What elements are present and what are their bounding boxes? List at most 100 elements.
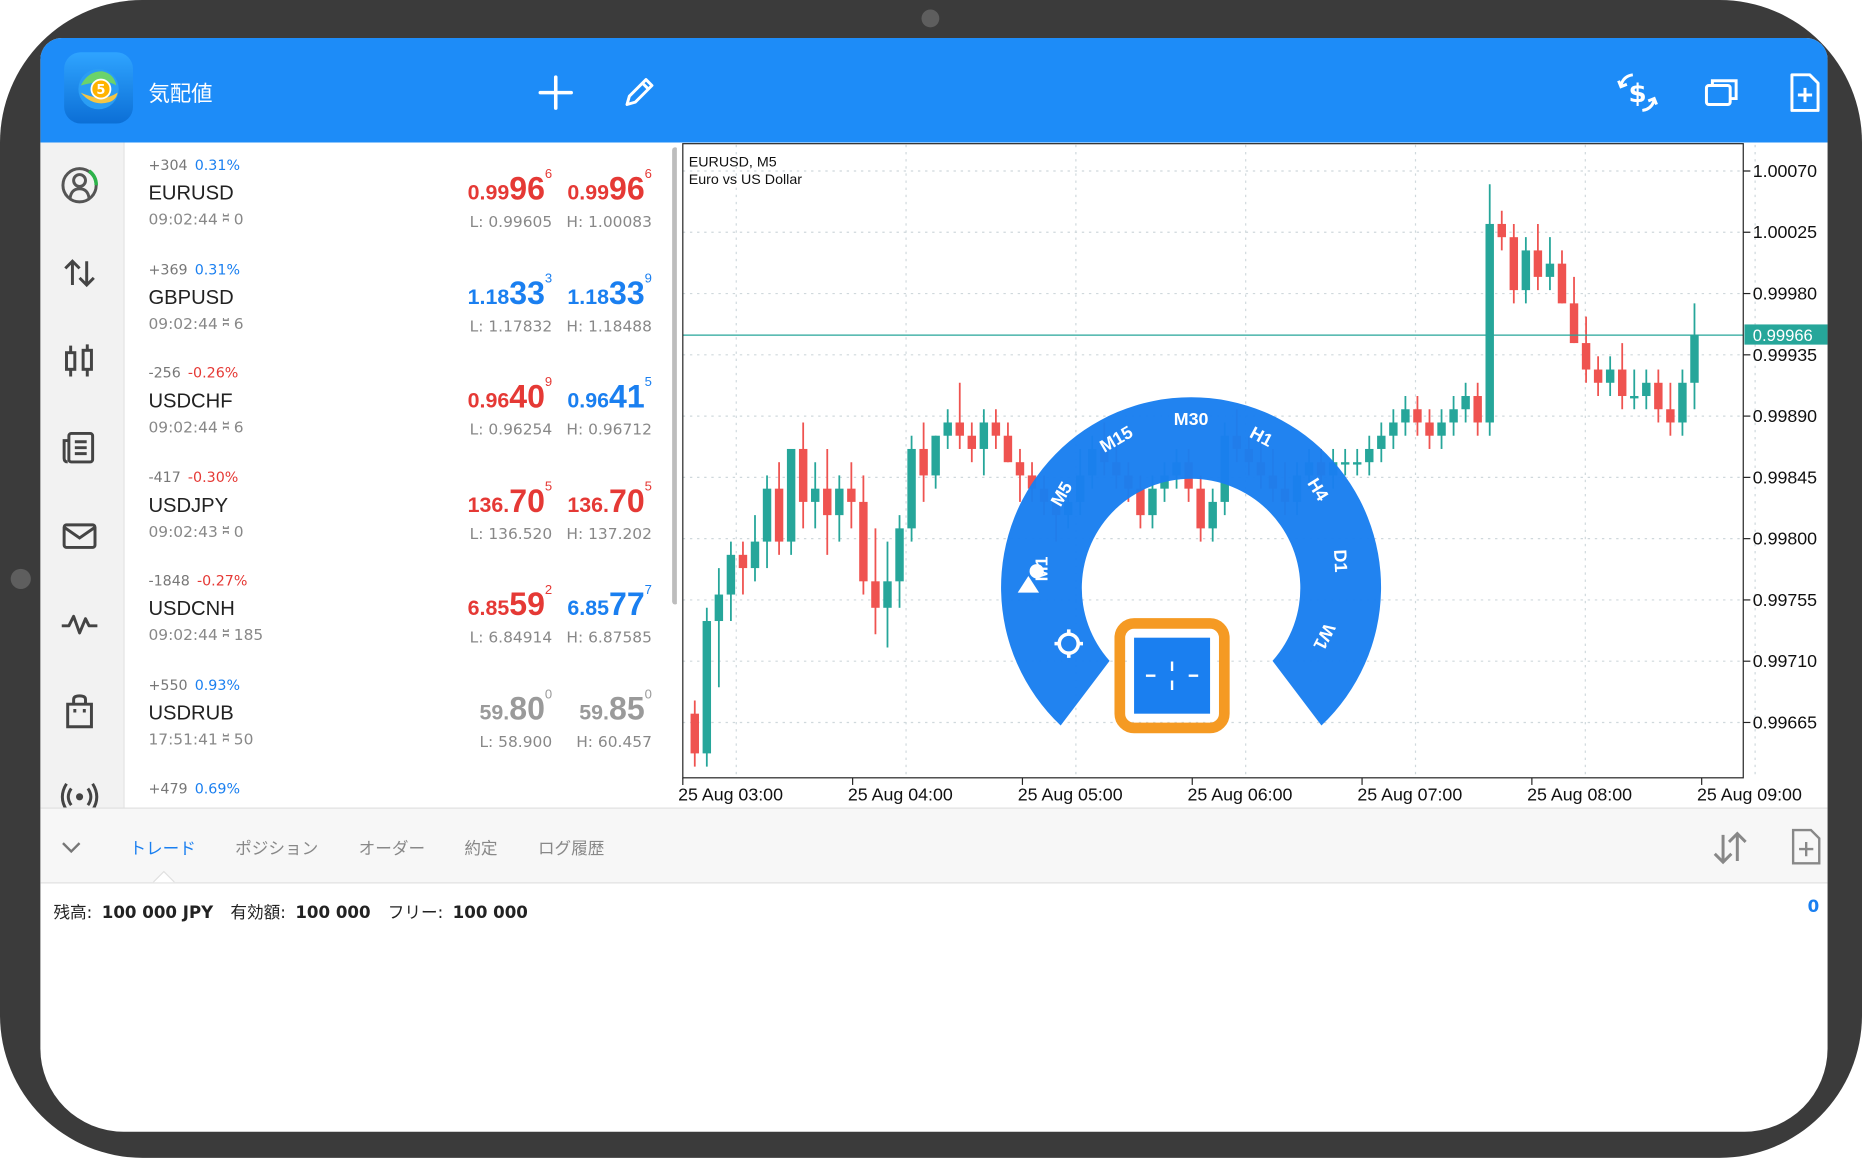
ask-price[interactable]: 0.99966: [567, 167, 652, 208]
candle: [1642, 369, 1651, 410]
quote-time: 09:02:44 ⎶ 6: [148, 315, 244, 334]
chart-description-label: Euro vs US Dollar: [689, 172, 802, 188]
candle: [1666, 382, 1675, 436]
candle: [1557, 250, 1567, 304]
left-nav: [40, 142, 125, 811]
candle: [895, 515, 904, 608]
quote-time: 09:02:44 ⎶ 0: [148, 211, 244, 230]
y-tick-label: 0.99665: [1753, 712, 1817, 732]
candle: [1413, 396, 1422, 436]
ask-price[interactable]: 1.18339: [567, 271, 652, 312]
y-tick-label: 0.99755: [1753, 590, 1817, 610]
currency-exchange-icon[interactable]: $: [1614, 69, 1662, 117]
timeframe-mn[interactable]: MN: [1256, 678, 1290, 710]
candlestick-chart[interactable]: EURUSD, M5 Euro vs US Dollar 1.00070 1.00…: [677, 143, 1828, 808]
quote-row[interactable]: -1848 -0.27% USDCNH 09:02:44 ⎶ 185 6.85592 6.…: [125, 558, 677, 663]
journal-wave-icon[interactable]: [58, 602, 101, 645]
candle: [919, 422, 928, 502]
sort-arrows-icon[interactable]: [1710, 830, 1750, 866]
candle: [1617, 343, 1627, 410]
y-tick-label: 0.99800: [1753, 529, 1817, 549]
candle: [1449, 396, 1458, 436]
quotes-icon[interactable]: [58, 164, 101, 207]
tab-positions[interactable]: ポジション: [235, 836, 318, 860]
spread-value: 0: [233, 211, 244, 230]
tab-log-history[interactable]: ログ履歴: [538, 836, 605, 860]
market-bag-icon[interactable]: [58, 690, 101, 733]
quote-row[interactable]: +479 0.69%: [125, 766, 677, 808]
candle: [1003, 422, 1013, 463]
candle: [1678, 369, 1687, 436]
news-icon[interactable]: [58, 426, 101, 469]
candle: [1340, 448, 1350, 476]
change-percent: 0.31%: [194, 260, 240, 278]
high-price: H: 1.00083: [566, 213, 652, 232]
bid-price[interactable]: 59.800: [480, 687, 553, 728]
tab-trade[interactable]: トレード: [129, 836, 196, 860]
bid-price[interactable]: 136.705: [468, 479, 553, 520]
candle: [762, 475, 772, 569]
candle: [931, 435, 940, 489]
new-document-icon[interactable]: [1790, 828, 1823, 866]
tab-orders[interactable]: オーダー: [359, 836, 426, 860]
windows-icon[interactable]: [1697, 69, 1745, 117]
indicator-f-label[interactable]: f: [1233, 661, 1249, 691]
candle: [750, 515, 760, 582]
bid-price[interactable]: 1.18333: [468, 271, 553, 312]
free-margin-label: フリー:: [387, 903, 444, 923]
tab-deals[interactable]: 約定: [464, 836, 497, 860]
chevron-down-icon[interactable]: [59, 835, 83, 859]
crosshair-button[interactable]: [1129, 632, 1215, 719]
free-margin-value: 100 000: [452, 903, 528, 923]
quote-row[interactable]: -256 -0.26% USDCHF 09:02:44 ⎶ 6 0.96409 0.964…: [125, 350, 677, 455]
quote-row[interactable]: +304 0.31% EURUSD 09:02:44 ⎶ 0 0.99966 0.9996…: [125, 143, 677, 248]
candle: [1497, 210, 1506, 251]
candle: [991, 409, 1001, 449]
ask-price[interactable]: 59.850: [579, 687, 652, 728]
mail-icon[interactable]: [58, 514, 101, 557]
ask-price[interactable]: 0.96415: [567, 375, 652, 416]
candle: [1377, 422, 1386, 463]
low-price: L: 136.520: [469, 525, 553, 544]
timeframe-d1[interactable]: D1: [1330, 549, 1351, 573]
trade-arrows-icon[interactable]: [58, 252, 101, 295]
ask-price[interactable]: 6.85777: [567, 583, 652, 624]
candle: [1389, 409, 1398, 449]
y-tick-label: 0.99845: [1753, 467, 1817, 487]
bid-price[interactable]: 6.85592: [468, 583, 553, 624]
bid-price[interactable]: 0.96409: [468, 375, 553, 416]
ask-price[interactable]: 136.705: [567, 479, 652, 520]
low-price: L: 6.84914: [469, 629, 553, 648]
timeframe-radial-menu[interactable]: M30H1H4D1W1MNM1M5M15 f: [1001, 397, 1382, 734]
pencil-icon[interactable]: [615, 69, 663, 117]
quote-row[interactable]: -417 -0.30% USDJPY 09:02:43 ⎶ 0 136.705 136.7…: [125, 454, 677, 559]
change-points: -256 -0.26%: [148, 364, 239, 382]
change-points: -1848 -0.27%: [148, 572, 248, 589]
chart-icon[interactable]: [58, 340, 101, 383]
active-tab-notch: [153, 870, 175, 883]
chart-panel[interactable]: EURUSD, M5 Euro vs US Dollar 1.00070 1.00…: [676, 142, 1828, 808]
x-tick-label: 25 Aug 06:00: [1188, 784, 1293, 804]
candle: [823, 448, 832, 555]
symbol-name: EURUSD: [148, 181, 234, 205]
quote-row[interactable]: +369 0.31% GBPUSD 09:02:44 ⎶ 6 1.18333 1.1833…: [125, 246, 677, 351]
y-tick-label: 0.99710: [1753, 651, 1817, 671]
spread-icon: ⎶: [222, 211, 229, 230]
quote-time: 09:02:43 ⎶ 0: [148, 523, 244, 541]
change-points: +304 0.31%: [148, 156, 240, 174]
quote-row[interactable]: +550 0.93% USDRUB 17:51:41 ⎶ 50 59.800 59.850…: [125, 662, 677, 767]
timeframe-m30[interactable]: M30: [1174, 409, 1209, 429]
new-order-icon[interactable]: [1780, 69, 1828, 117]
y-tick-label: 1.00025: [1753, 222, 1817, 242]
svg-text:5: 5: [96, 83, 105, 98]
candle: [1353, 448, 1362, 476]
candle: [1425, 409, 1434, 449]
candle: [1654, 369, 1663, 423]
candle: [690, 700, 699, 767]
quotes-list: +304 0.31% EURUSD 09:02:44 ⎶ 0 0.99966 0.9996…: [124, 142, 677, 808]
candle: [1196, 475, 1205, 542]
bid-price[interactable]: 0.99966: [468, 167, 553, 208]
candle: [907, 435, 916, 542]
candle: [714, 568, 724, 688]
plus-icon[interactable]: [532, 69, 580, 117]
